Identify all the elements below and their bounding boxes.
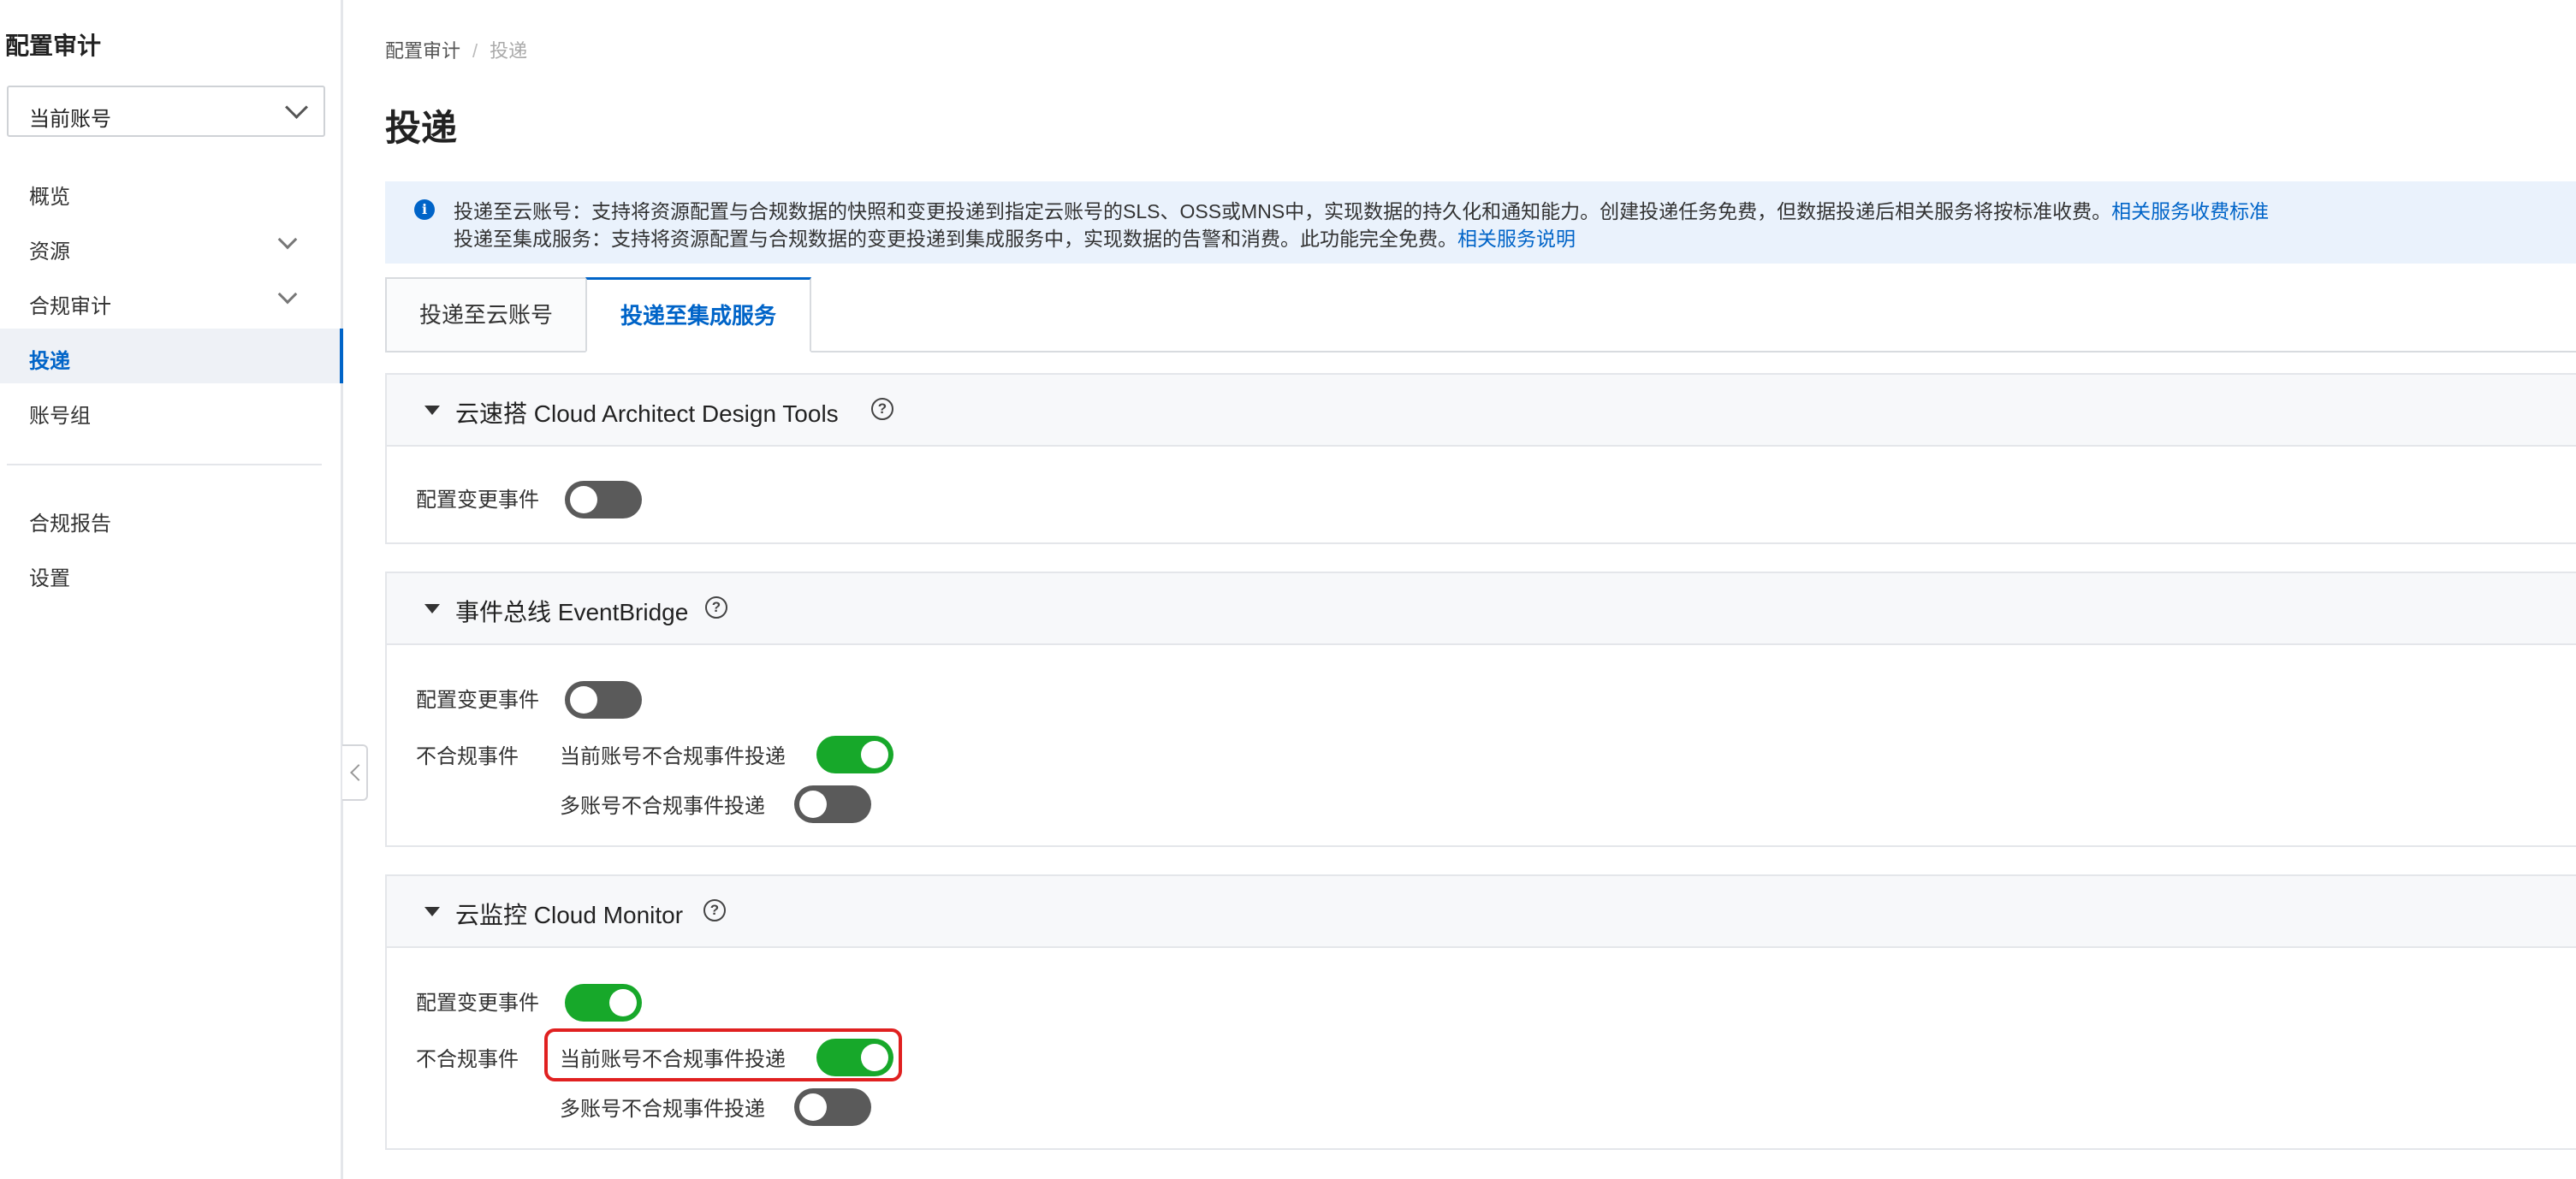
service-description-link[interactable]: 相关服务说明: [1457, 228, 1576, 250]
sidebar-item-label: 概览: [29, 186, 70, 209]
tab-deliver-to-cloud-account[interactable]: 投递至云账号: [385, 277, 587, 353]
config-change-label: 配置变更事件: [416, 489, 539, 512]
active-indicator: [340, 329, 343, 383]
panel-title: 云监控 Cloud Monitor: [455, 902, 684, 928]
info-notice: i 投递至云账号：支持将资源配置与合规数据的快照和变更投递到指定云账号的SLS、…: [385, 181, 2576, 264]
sidebar-item-compliance-report[interactable]: 合规报告: [0, 491, 341, 546]
info-icon: i: [414, 199, 435, 220]
help-icon[interactable]: ?: [871, 398, 893, 420]
help-icon[interactable]: ?: [703, 899, 726, 921]
notice-text-1: 投递至云账号：支持将资源配置与合规数据的快照和变更投递到指定云账号的SLS、OS…: [454, 200, 2112, 222]
config-change-toggle[interactable]: [565, 481, 642, 518]
noncompliant-label: 不合规事件: [416, 745, 519, 768]
account-select[interactable]: 当前账号: [7, 86, 325, 137]
sidebar-item-label: 合规报告: [29, 512, 111, 536]
help-icon[interactable]: ?: [705, 596, 727, 619]
account-select-value: 当前账号: [29, 108, 111, 131]
chevron-down-icon: [277, 229, 298, 250]
config-change-toggle[interactable]: [565, 984, 642, 1022]
multi-account-delivery-label: 多账号不合规事件投递: [560, 795, 765, 818]
toggle-knob: [570, 686, 597, 714]
toggle-knob: [799, 791, 827, 818]
panel-header[interactable]: 云监控 Cloud Monitor ?: [387, 876, 2576, 948]
caret-down-icon: [424, 406, 440, 415]
panel-header[interactable]: 云速搭 Cloud Architect Design Tools ?: [387, 375, 2576, 447]
toggle-knob: [799, 1093, 827, 1121]
sidebar-item-settings[interactable]: 设置: [0, 546, 341, 601]
chevron-down-icon: [277, 284, 298, 305]
chevron-left-icon: [350, 764, 367, 781]
config-change-label: 配置变更事件: [416, 689, 539, 712]
sidebar-item-overview[interactable]: 概览: [0, 164, 341, 219]
sidebar: 配置审计 当前账号 概览 资源 合规审计 投递 账号组 合规报告 设置: [0, 0, 343, 1179]
panel-cloud-monitor: 云监控 Cloud Monitor ? 配置变更事件 不合规事件 当前账号不合规…: [385, 874, 2576, 1150]
panel-title: 事件总线 EventBridge: [455, 599, 689, 625]
config-change-label: 配置变更事件: [416, 992, 539, 1015]
sidebar-item-label: 账号组: [29, 405, 91, 428]
pricing-link[interactable]: 相关服务收费标准: [2111, 200, 2269, 222]
sidebar-item-resources[interactable]: 资源: [0, 219, 341, 274]
tab-deliver-to-integrated-services[interactable]: 投递至集成服务: [585, 277, 811, 353]
panel-header[interactable]: 事件总线 EventBridge ?: [387, 573, 2576, 645]
toggle-knob: [570, 486, 597, 513]
panel-eventbridge: 事件总线 EventBridge ? 配置变更事件 不合规事件 当前账号不合规事…: [385, 572, 2576, 847]
page-title: 投递: [385, 108, 458, 148]
notice-line-2: 投递至集成服务：支持将资源配置与合规数据的变更投递到集成服务中，实现数据的告警和…: [454, 222, 1576, 252]
panel-cadt: 云速搭 Cloud Architect Design Tools ? 配置变更事…: [385, 373, 2576, 544]
toggle-knob: [609, 989, 637, 1016]
config-change-toggle[interactable]: [565, 681, 642, 719]
noncompliant-label: 不合规事件: [416, 1048, 519, 1071]
caret-down-icon: [424, 907, 440, 916]
sidebar-item-compliance-audit[interactable]: 合规审计: [0, 274, 341, 329]
app-title: 配置审计: [5, 33, 102, 59]
breadcrumb: 配置审计 / 投递: [385, 36, 527, 63]
current-account-delivery-toggle[interactable]: [816, 736, 893, 773]
sidebar-divider: [7, 464, 322, 465]
notice-line-1: 投递至云账号：支持将资源配置与合规数据的快照和变更投递到指定云账号的SLS、OS…: [454, 195, 2269, 224]
multi-account-delivery-label: 多账号不合规事件投递: [560, 1098, 765, 1121]
sidebar-item-label: 投递: [29, 350, 70, 373]
chevron-down-icon: [285, 96, 308, 119]
sidebar-collapse-button[interactable]: [342, 744, 368, 801]
multi-account-delivery-toggle[interactable]: [794, 1088, 871, 1126]
breadcrumb-current: 投递: [490, 40, 528, 62]
sidebar-item-account-group[interactable]: 账号组: [0, 383, 341, 438]
sidebar-item-label: 设置: [29, 567, 70, 590]
caret-down-icon: [424, 604, 440, 613]
sidebar-item-label: 资源: [29, 240, 70, 264]
breadcrumb-root-link[interactable]: 配置审计: [385, 40, 460, 62]
current-account-delivery-label: 当前账号不合规事件投递: [560, 745, 786, 768]
breadcrumb-separator: /: [472, 40, 478, 62]
notice-text-2: 投递至集成服务：支持将资源配置与合规数据的变更投递到集成服务中，实现数据的告警和…: [454, 228, 1457, 250]
multi-account-delivery-toggle[interactable]: [794, 785, 871, 823]
toggle-knob: [861, 741, 888, 768]
panel-title: 云速搭 Cloud Architect Design Tools: [455, 400, 839, 427]
sidebar-item-label: 合规审计: [29, 295, 111, 318]
highlight-annotation: [544, 1028, 902, 1081]
sidebar-item-delivery[interactable]: 投递: [0, 329, 343, 383]
